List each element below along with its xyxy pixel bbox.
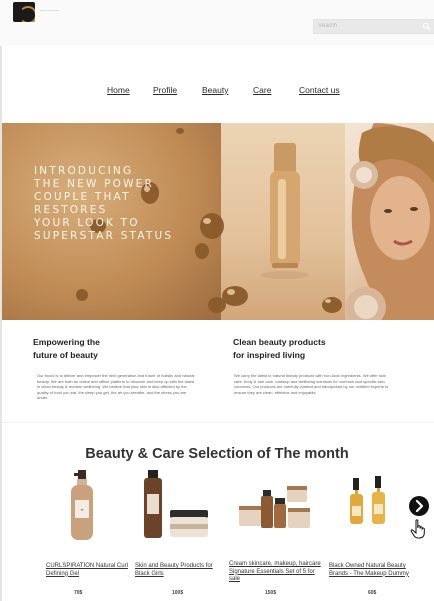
hero-headline: INTRODUCING THE NEW POWER COUPLE THAT RE… [34, 165, 174, 242]
column-body-clean-beauty: We carry the latest in natural beauty pr… [234, 373, 389, 395]
product-image[interactable] [138, 470, 210, 542]
chevron-right-icon [415, 499, 424, 513]
product-price: 60$ [368, 590, 377, 596]
logo-text: ——— [40, 8, 60, 14]
product-price: 100$ [172, 590, 184, 596]
product-card[interactable]: Black Owned Natural Beauty Brands - The … [327, 470, 422, 600]
product-image[interactable] [237, 484, 313, 532]
product-name[interactable]: CURLSPIRATION Natural Curl Defining Gel [46, 563, 132, 578]
main-nav: Home Profile Beauty Care Contact us [0, 85, 434, 99]
hand-pointer-icon [410, 519, 425, 539]
column-title-empowering: Empowering the future of beauty [33, 337, 100, 360]
product-name[interactable]: Skin and Beauty Products for Black Girls [135, 563, 221, 578]
carousel-next-button[interactable] [409, 496, 429, 516]
product-card[interactable]: Skin and Beauty Products for Black Girls… [132, 470, 222, 600]
nav-home[interactable]: Home [107, 85, 130, 95]
selection-title: Beauty & Care Selection of The month [85, 446, 349, 462]
search-input[interactable] [318, 21, 414, 31]
product-image[interactable] [347, 476, 397, 532]
hero-banner[interactable]: INTRODUCING THE NEW POWER COUPLE THAT RE… [2, 123, 434, 320]
svg-text:≡: ≡ [80, 507, 83, 512]
product-image[interactable]: ≡ [66, 470, 100, 542]
nav-contact[interactable]: Contact us [299, 85, 340, 95]
nav-care[interactable]: Care [253, 85, 271, 95]
search-icon[interactable] [422, 22, 431, 31]
product-price: 150$ [265, 590, 277, 596]
search-box[interactable] [313, 19, 434, 34]
product-name[interactable]: Black Owned Natural Beauty Brands - The … [329, 563, 421, 578]
brand-logo[interactable] [13, 2, 35, 22]
column-title-clean-beauty: Clean beauty products for inspired livin… [233, 337, 326, 360]
column-body-empowering: Our focus is to deliver and empower the … [37, 373, 195, 401]
product-name[interactable]: Cream skincare, makeup, haircare Signatu… [229, 561, 327, 584]
product-card[interactable]: Cream skincare, makeup, haircare Signatu… [225, 470, 325, 600]
section-divider [2, 422, 434, 423]
product-card[interactable]: ≡ CURLSPIRATION Natural Curl Defining Ge… [40, 470, 130, 600]
top-header: ——— [0, 0, 434, 46]
nav-profile[interactable]: Profile [153, 85, 177, 95]
product-price: 70$ [74, 590, 83, 596]
nav-beauty[interactable]: Beauty [202, 85, 228, 95]
